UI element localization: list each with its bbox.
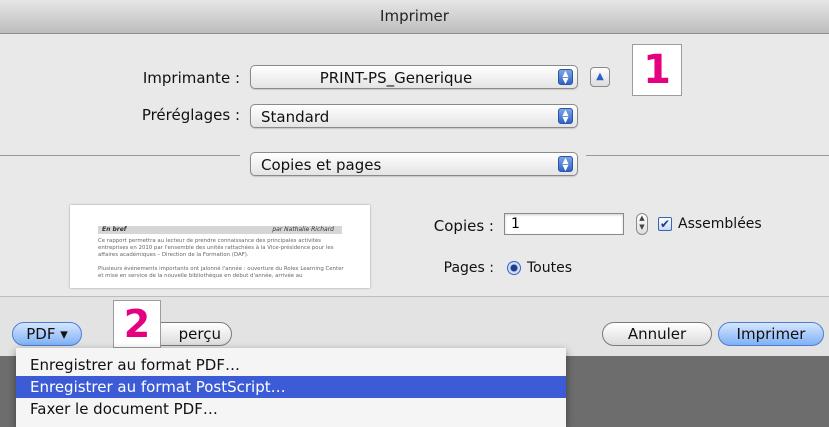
- printer-select[interactable]: PRINT-PS_Generique ▲ ▼: [250, 65, 578, 89]
- menu-item-fax-pdf[interactable]: Faxer le document PDF…: [16, 398, 566, 420]
- checkmark-icon: ✔: [659, 217, 671, 231]
- disclosure-triangle-button[interactable]: ▲: [590, 67, 610, 87]
- popup-arrows-icon: ▲ ▼: [558, 108, 573, 124]
- callout-1: 1: [632, 44, 682, 96]
- print-button[interactable]: Imprimer: [718, 322, 824, 346]
- presets-label: Préréglages :: [141, 106, 240, 124]
- preview-header: En bref par Nathalie Richard: [98, 226, 342, 234]
- preview-header-right: par Nathalie Richard: [272, 226, 334, 233]
- page-preview: En bref par Nathalie Richard Ce rapport …: [70, 205, 370, 288]
- preview-paragraph-1: Ce rapport permettra au lecteur de prend…: [98, 238, 334, 258]
- preview-paragraph-2: Plusieurs événements importants ont jalo…: [98, 266, 344, 279]
- section-value: Copies et pages: [261, 156, 382, 174]
- printer-value: PRINT-PS_Generique: [319, 69, 473, 87]
- copies-stepper[interactable]: ▲ ▼: [636, 213, 648, 235]
- window-title: Imprimer: [380, 7, 449, 25]
- copies-input[interactable]: 1: [504, 213, 624, 235]
- popup-arrows-icon: ▲ ▼: [558, 69, 573, 85]
- menu-item-save-postscript[interactable]: Enregistrer au format PostScript…: [16, 376, 566, 398]
- presets-select[interactable]: Standard ▲ ▼: [250, 104, 578, 128]
- pages-all-label: Toutes: [527, 260, 573, 276]
- callout-2: 2: [113, 300, 161, 348]
- pdf-dropdown-menu: Enregistrer au format PDF… Enregistrer a…: [16, 348, 566, 427]
- cancel-button[interactable]: Annuler: [602, 322, 712, 346]
- copies-value: 1: [511, 216, 520, 232]
- collated-label: Assemblées: [678, 216, 762, 232]
- copies-label: Copies :: [433, 217, 494, 235]
- collated-checkbox[interactable]: ✔: [658, 217, 672, 231]
- section-select[interactable]: Copies et pages ▲ ▼: [250, 152, 578, 176]
- presets-value: Standard: [261, 108, 330, 126]
- separator-left: [0, 155, 240, 156]
- disclosure-triangle-icon: ▲: [596, 71, 604, 82]
- popup-arrows-icon: ▲ ▼: [558, 156, 573, 172]
- separator-right: [586, 155, 829, 156]
- menu-item-save-pdf[interactable]: Enregistrer au format PDF…: [16, 354, 566, 376]
- pdf-menu-button[interactable]: PDF ▾: [12, 322, 82, 346]
- preview-header-left: En bref: [102, 226, 127, 233]
- printer-label: Imprimante :: [142, 69, 240, 87]
- title-bar: Imprimer: [0, 0, 829, 34]
- pages-all-radio[interactable]: [507, 261, 521, 275]
- pages-label: Pages :: [443, 260, 494, 276]
